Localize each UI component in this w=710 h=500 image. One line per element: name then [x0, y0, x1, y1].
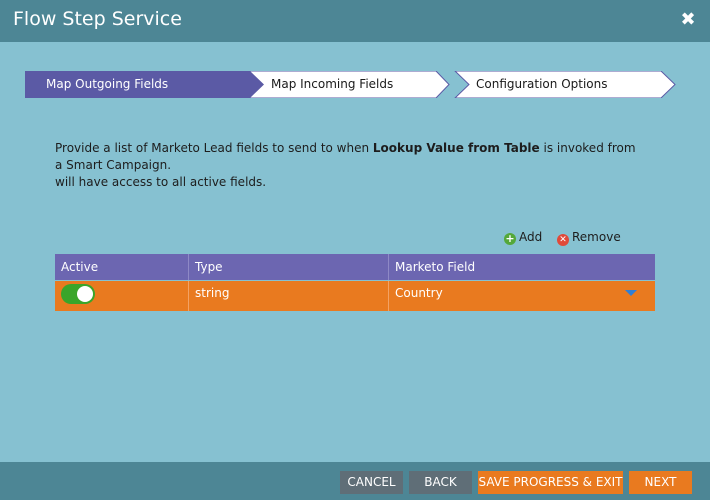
step-map-outgoing-fields[interactable]: Map Outgoing Fields	[46, 77, 168, 91]
dialog-footer: CANCEL BACK SAVE PROGRESS & EXIT NEXT	[0, 462, 710, 500]
table-header: Active Type Marketo Field	[55, 254, 655, 280]
close-icon[interactable]: ✖	[678, 10, 698, 30]
remove-icon: ✕	[557, 234, 569, 246]
cancel-button[interactable]: CANCEL	[340, 471, 403, 494]
add-button[interactable]: + Add	[504, 230, 542, 245]
instructions-text: Provide a list of Marketo Lead fields to…	[55, 140, 645, 191]
active-cell	[55, 281, 189, 311]
instructions-line2: will have access to all active fields.	[55, 175, 267, 189]
step-configuration-options[interactable]: Configuration Options	[476, 77, 608, 91]
remove-label: Remove	[572, 230, 621, 244]
dialog-title: Flow Step Service	[13, 8, 182, 30]
next-button[interactable]: NEXT	[629, 471, 692, 494]
type-cell: string	[189, 281, 389, 311]
marketo-field-value: Country	[395, 286, 443, 300]
step-map-incoming-fields[interactable]: Map Incoming Fields	[271, 77, 393, 91]
table-row[interactable]: string Country	[55, 281, 655, 311]
field-mapping-table: Active Type Marketo Field string Country	[55, 254, 655, 311]
wizard-steps: Map Outgoing Fields Map Incoming Fields …	[25, 71, 677, 98]
chevron-down-icon[interactable]	[625, 290, 637, 296]
save-progress-exit-button[interactable]: SAVE PROGRESS & EXIT	[478, 471, 623, 494]
back-button[interactable]: BACK	[409, 471, 472, 494]
instructions-prefix: Provide a list of Marketo Lead fields to…	[55, 141, 373, 155]
remove-button[interactable]: ✕ Remove	[557, 230, 621, 246]
add-icon: +	[504, 232, 516, 245]
column-header-active[interactable]: Active	[55, 254, 189, 280]
flow-step-service-dialog: Flow Step Service ✖ Map Outgoing Fields …	[0, 0, 710, 500]
add-label: Add	[519, 230, 543, 244]
active-toggle[interactable]	[61, 284, 95, 304]
instructions-bold: Lookup Value from Table	[372, 141, 540, 155]
marketo-field-select[interactable]: Country	[389, 281, 655, 311]
column-header-marketo-field[interactable]: Marketo Field	[389, 254, 655, 280]
dialog-header: Flow Step Service ✖	[0, 0, 710, 42]
column-header-type[interactable]: Type	[189, 254, 389, 280]
toggle-knob	[77, 286, 93, 302]
